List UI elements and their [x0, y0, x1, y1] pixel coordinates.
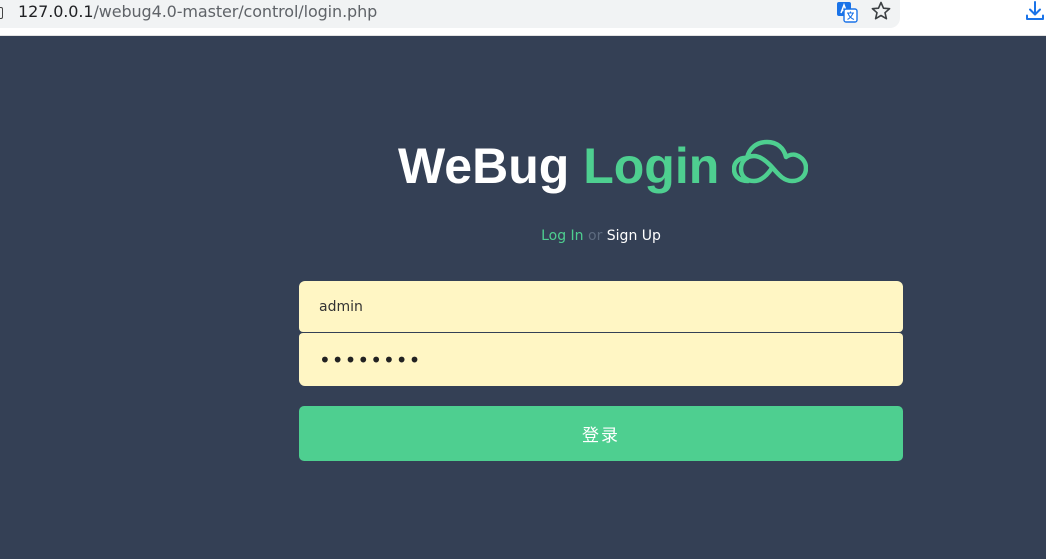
url-host: 127.0.0.1	[18, 2, 94, 21]
page-title: WeBug Login	[398, 136, 719, 196]
star-icon[interactable]	[870, 0, 892, 22]
cloud-icon	[732, 139, 808, 184]
url-path: /webug4.0-master/control/login.php	[93, 2, 378, 21]
download-icon[interactable]	[1024, 0, 1046, 22]
browser-toolbar: 127.0.0.1/webug4.0-master/control/login.…	[0, 0, 1046, 36]
signup-tab-link[interactable]: Sign Up	[607, 228, 661, 244]
auth-switch: Log In or Sign Up	[0, 227, 1046, 245]
site-info-icon[interactable]	[0, 7, 3, 19]
login-tab-link[interactable]: Log In	[541, 228, 583, 244]
login-submit-button[interactable]: 登录	[299, 406, 903, 461]
url-text[interactable]: 127.0.0.1/webug4.0-master/control/login.…	[18, 2, 377, 22]
or-separator: or	[588, 228, 603, 244]
login-page: WeBug Login Log In or Sign Up 登录	[0, 36, 1046, 559]
title-login: Login	[583, 138, 720, 194]
title-webug: WeBug	[398, 138, 570, 194]
username-input[interactable]	[299, 281, 903, 332]
password-input[interactable]	[299, 333, 903, 386]
address-bar[interactable]: 127.0.0.1/webug4.0-master/control/login.…	[0, 0, 900, 28]
translate-icon[interactable]	[836, 1, 858, 23]
